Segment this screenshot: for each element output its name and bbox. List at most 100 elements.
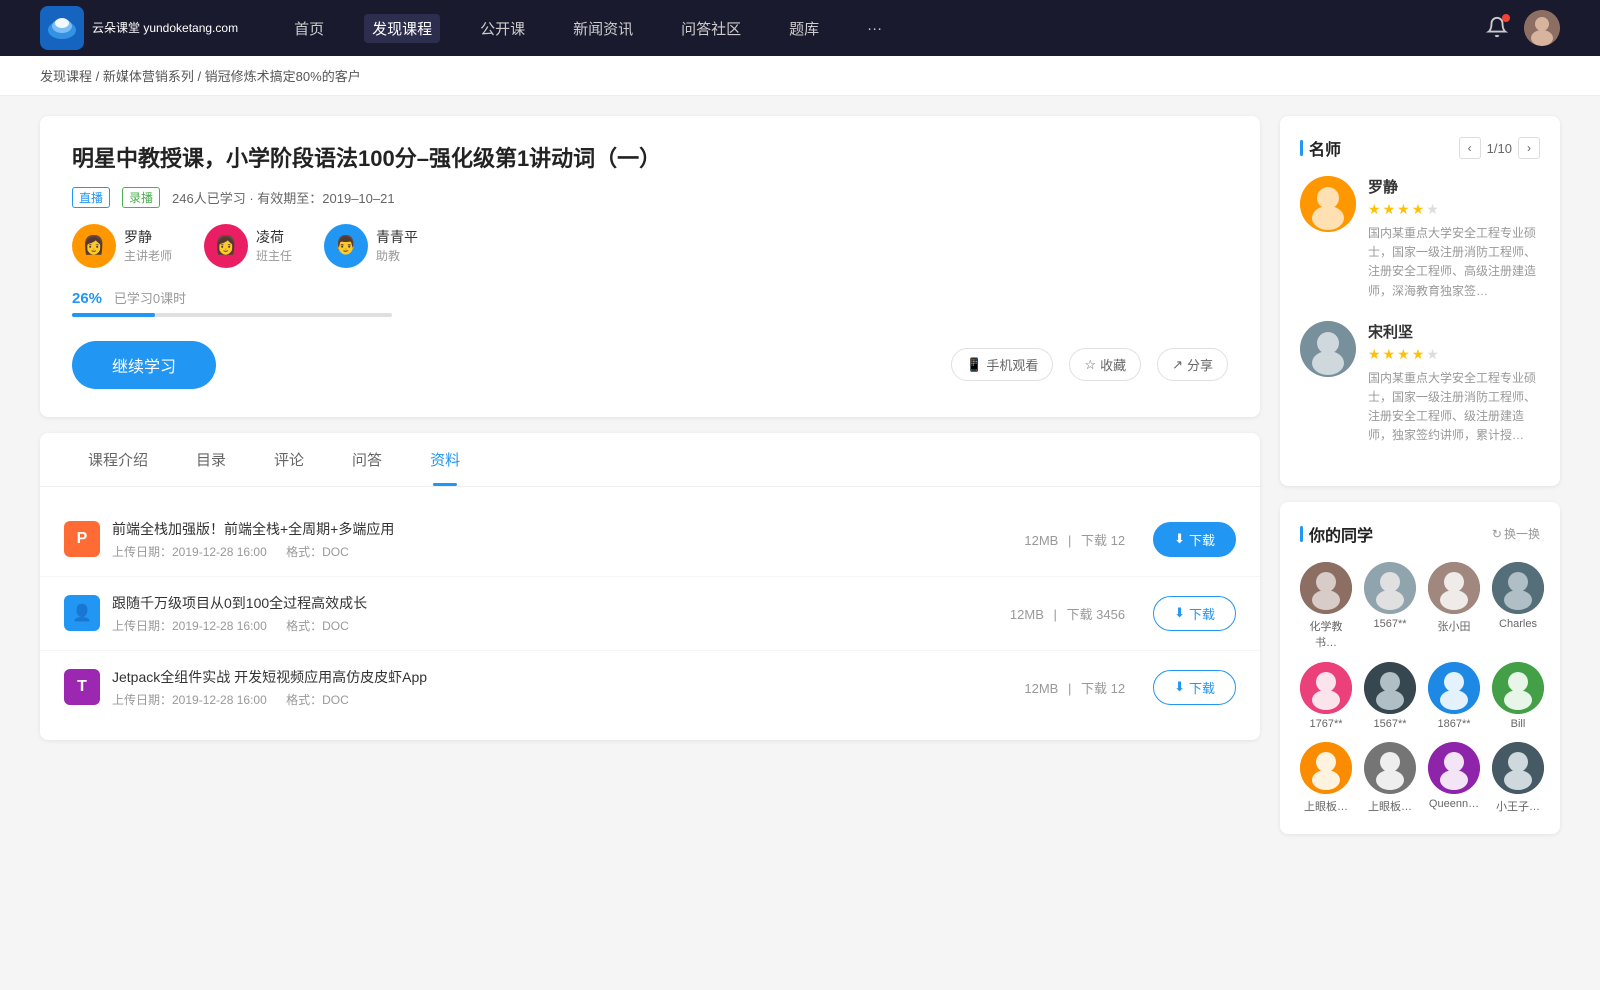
- collect-button[interactable]: ☆ 收藏: [1069, 348, 1141, 381]
- file-icon-2: T: [64, 669, 100, 705]
- classmate-avatar-8[interactable]: [1300, 742, 1352, 794]
- classmate-avatar-6[interactable]: [1428, 662, 1480, 714]
- phone-icon: 📱: [966, 357, 982, 373]
- tab-qa[interactable]: 问答: [328, 433, 406, 486]
- mobile-view-button[interactable]: 📱 手机观看: [951, 348, 1053, 381]
- teachers-panel: 名师 ‹ 1/10 ›: [1280, 116, 1560, 486]
- instructor-avatar-0: 👩: [72, 224, 116, 268]
- classmate-avatar-1[interactable]: [1364, 562, 1416, 614]
- classmate-name-10: Queenn…: [1429, 798, 1479, 810]
- nav-item-more[interactable]: ···: [859, 16, 890, 41]
- classmate-avatar-9[interactable]: [1364, 742, 1416, 794]
- navbar: 云朵课堂 yundoketang.com 首页 发现课程 公开课 新闻资讯 问答…: [0, 0, 1600, 56]
- course-meta-text: 246人已学习 · 有效期至：2019–10–21: [172, 188, 395, 207]
- tab-intro[interactable]: 课程介绍: [64, 433, 172, 486]
- star-icon: ☆: [1084, 357, 1096, 373]
- instructor-role-0: 主讲老师: [124, 247, 172, 264]
- nav-item-exam[interactable]: 题库: [781, 14, 827, 43]
- refresh-classmates-button[interactable]: ↻ 换一换: [1492, 525, 1540, 542]
- classmate-11: 小王子…: [1492, 742, 1544, 814]
- logo-icon: [40, 6, 84, 50]
- teacher-name-1: 宋利坚: [1368, 321, 1540, 342]
- classmate-avatar-7[interactable]: [1492, 662, 1544, 714]
- notification-bell[interactable]: [1486, 16, 1508, 41]
- nav-item-qa[interactable]: 问答社区: [673, 14, 749, 43]
- progress-bar-fill: [72, 313, 155, 317]
- teacher-stars-1: ★ ★ ★ ★ ★: [1368, 346, 1540, 363]
- nav-item-news[interactable]: 新闻资讯: [565, 14, 641, 43]
- file-icon-1: 👤: [64, 595, 100, 631]
- prev-page-button[interactable]: ‹: [1459, 137, 1481, 159]
- download-icon-1: ⬇: [1174, 605, 1185, 621]
- share-button[interactable]: ↗ 分享: [1157, 348, 1228, 381]
- classmate-3: Charles: [1492, 562, 1544, 650]
- sidebar: 名师 ‹ 1/10 ›: [1280, 116, 1560, 850]
- download-icon-2: ⬇: [1174, 679, 1185, 695]
- progress-sub: 已学习0课时: [114, 291, 186, 306]
- classmates-panel-title: 你的同学: [1300, 522, 1373, 546]
- nav-item-discover[interactable]: 发现课程: [364, 14, 440, 43]
- file-stats-2: 12MB | 下载 12: [1024, 678, 1125, 697]
- tag-record: 录播: [122, 187, 160, 208]
- classmate-name-9: 上眼板…: [1368, 798, 1412, 814]
- star-5: ★: [1426, 201, 1439, 218]
- teacher-avatar-0: [1300, 176, 1356, 232]
- file-meta-2: 上传日期：2019-12-28 16:00 格式：DOC: [112, 691, 1012, 708]
- tab-material[interactable]: 资料: [406, 433, 484, 486]
- classmate-avatar-4[interactable]: [1300, 662, 1352, 714]
- classmates-panel-header: 你的同学 ↻ 换一换: [1300, 522, 1540, 546]
- classmate-0: 化学教书…: [1300, 562, 1352, 650]
- star-3: ★: [1397, 201, 1410, 218]
- file-info-0: 前端全栈加强版！前端全栈+全周期+多端应用 上传日期：2019-12-28 16…: [112, 519, 1012, 560]
- teacher-info-0: 罗静 ★ ★ ★ ★ ★ 国内某重点大学安全工程专业硕士，国家一级注册消防工程师…: [1368, 176, 1540, 301]
- classmate-name-3: Charles: [1499, 618, 1537, 630]
- logo[interactable]: 云朵课堂 yundoketang.com: [40, 6, 238, 50]
- file-name-0: 前端全栈加强版！前端全栈+全周期+多端应用: [112, 519, 1012, 539]
- tag-live: 直播: [72, 187, 110, 208]
- teacher-item-1: 宋利坚 ★ ★ ★ ★ ★ 国内某重点大学安全工程专业硕士，国家一级注册消防工程…: [1300, 321, 1540, 446]
- classmate-2: 张小田: [1428, 562, 1480, 650]
- tabs-header: 课程介绍 目录 评论 问答 资料: [40, 433, 1260, 487]
- classmate-avatar-5[interactable]: [1364, 662, 1416, 714]
- classmate-name-1: 1567**: [1373, 618, 1406, 630]
- download-button-1[interactable]: ⬇ 下载: [1153, 596, 1236, 631]
- download-button-2[interactable]: ⬇ 下载: [1153, 670, 1236, 705]
- next-page-button[interactable]: ›: [1518, 137, 1540, 159]
- progress-bar-bg: [72, 313, 392, 317]
- file-info-1: 跟随千万级项目从0到100全过程高效成长 上传日期：2019-12-28 16:…: [112, 593, 998, 634]
- classmate-name-2: 张小田: [1438, 618, 1471, 634]
- instructors: 👩 罗静 主讲老师 👩 凌荷 班主任 👨 青青平: [72, 224, 1228, 268]
- classmate-10: Queenn…: [1428, 742, 1480, 814]
- share-icon: ↗: [1172, 357, 1183, 373]
- classmate-avatar-2[interactable]: [1428, 562, 1480, 614]
- classmate-9: 上眼板…: [1364, 742, 1416, 814]
- instructor-avatar-2: 👨: [324, 224, 368, 268]
- nav-item-home[interactable]: 首页: [286, 14, 332, 43]
- main-layout: 明星中教授课，小学阶段语法100分–强化级第1讲动词（一） 直播 录播 246人…: [0, 96, 1600, 870]
- file-item-2: T Jetpack全组件实战 开发短视频应用高仿皮皮虾App 上传日期：2019…: [40, 651, 1260, 724]
- refresh-icon: ↻: [1492, 527, 1502, 541]
- instructor-name-2: 青青平: [376, 227, 418, 247]
- tab-review[interactable]: 评论: [250, 433, 328, 486]
- classmate-8: 上眼板…: [1300, 742, 1352, 814]
- classmate-avatar-0[interactable]: [1300, 562, 1352, 614]
- instructor-name-0: 罗静: [124, 227, 172, 247]
- file-item-1: 👤 跟随千万级项目从0到100全过程高效成长 上传日期：2019-12-28 1…: [40, 577, 1260, 651]
- continue-study-button[interactable]: 继续学习: [72, 341, 216, 389]
- classmate-avatar-10[interactable]: [1428, 742, 1480, 794]
- file-name-2: Jetpack全组件实战 开发短视频应用高仿皮皮虾App: [112, 667, 1012, 687]
- classmate-avatar-11[interactable]: [1492, 742, 1544, 794]
- file-meta-0: 上传日期：2019-12-28 16:00 格式：DOC: [112, 543, 1012, 560]
- download-button-0[interactable]: ⬇ 下载: [1153, 522, 1236, 557]
- nav-icons: [1486, 10, 1560, 46]
- nav-item-opencourse[interactable]: 公开课: [472, 14, 533, 43]
- teacher-stars-0: ★ ★ ★ ★ ★: [1368, 201, 1540, 218]
- classmate-avatar-3[interactable]: [1492, 562, 1544, 614]
- course-card: 明星中教授课，小学阶段语法100分–强化级第1讲动词（一） 直播 录播 246人…: [40, 116, 1260, 417]
- file-meta-1: 上传日期：2019-12-28 16:00 格式：DOC: [112, 617, 998, 634]
- tab-catalog[interactable]: 目录: [172, 433, 250, 486]
- user-avatar[interactable]: [1524, 10, 1560, 46]
- notification-dot: [1502, 14, 1510, 22]
- teachers-panel-header: 名师 ‹ 1/10 ›: [1300, 136, 1540, 160]
- teachers-pagination: ‹ 1/10 ›: [1459, 137, 1540, 159]
